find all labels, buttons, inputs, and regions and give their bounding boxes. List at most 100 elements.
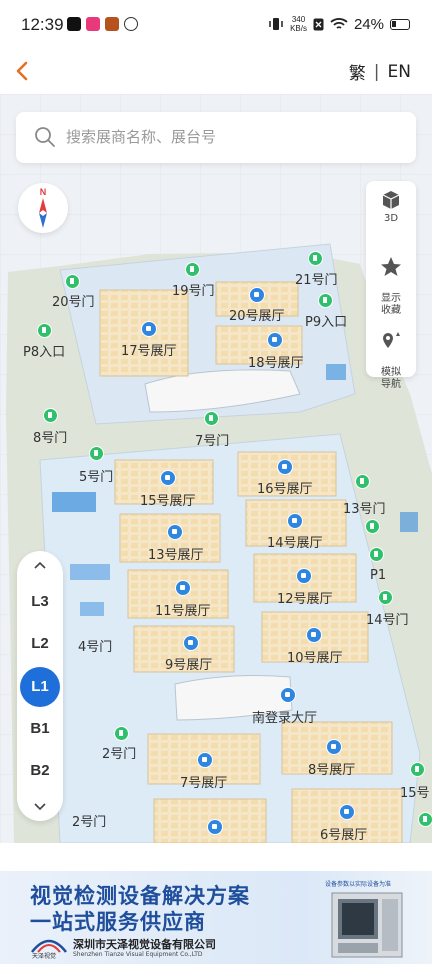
hall-label-8[interactable]: 8号展厅: [308, 759, 355, 778]
gate-label-15[interactable]: 15号: [400, 782, 430, 801]
chevron-down-icon[interactable]: [32, 801, 48, 813]
show-favorites-button[interactable]: 显示 收藏: [366, 243, 416, 317]
company-name-en: Shenzhen Tianze Visual Equipment Co.,LTD: [73, 951, 203, 958]
floor-l2-button[interactable]: L2: [20, 624, 60, 664]
navigation-pin-icon: [383, 332, 400, 348]
3d-label: 3D: [383, 213, 399, 224]
hall-icon[interactable]: [197, 752, 213, 768]
gate-label-8[interactable]: 8号门: [33, 427, 67, 446]
tiktok-icon: [67, 17, 81, 31]
lang-traditional-button[interactable]: 繁: [349, 59, 366, 84]
gate-icon[interactable]: [318, 293, 333, 308]
hall-icon[interactable]: [296, 568, 312, 584]
hall-icon[interactable]: [306, 627, 322, 643]
gate-label-2-upper[interactable]: 2号门: [102, 743, 136, 762]
gate-label-p8[interactable]: P8入口: [23, 341, 65, 360]
language-switch: 繁 | EN: [349, 59, 411, 85]
hall-icon[interactable]: [249, 287, 265, 303]
vibrate-icon: [269, 18, 283, 30]
back-button[interactable]: [8, 54, 38, 88]
gate-label-2-lower[interactable]: 2号门: [72, 811, 106, 830]
status-indicators: 340 KB/s 24%: [268, 15, 410, 33]
gate-label-p9[interactable]: P9入口: [305, 311, 347, 330]
net-speed: 340 KB/s: [290, 15, 307, 33]
gate-label-20[interactable]: 20号门: [52, 291, 95, 310]
hall-label-17[interactable]: 17号展厅: [121, 340, 177, 359]
hall-label-12[interactable]: 12号展厅: [277, 588, 333, 607]
star-icon: [381, 257, 401, 276]
hall-label-20[interactable]: 20号展厅: [229, 305, 285, 324]
hall-label-11[interactable]: 11号展厅: [155, 600, 211, 619]
hall-label-15[interactable]: 15号展厅: [140, 490, 196, 509]
app-root: 12:39 340 KB/s 24% 繁 | EN 20号展厅 17号展厅 18…: [0, 0, 432, 964]
3d-toggle-button[interactable]: 3D: [366, 189, 416, 224]
hall-label-10[interactable]: 10号展厅: [287, 647, 343, 666]
gate-icon[interactable]: [369, 547, 384, 562]
hall-icon[interactable]: [287, 513, 303, 529]
hall-label-7[interactable]: 7号展厅: [180, 772, 227, 791]
game-notification-icon: [105, 17, 119, 31]
gate-icon[interactable]: [37, 323, 52, 338]
hall-label-13[interactable]: 13号展厅: [148, 544, 204, 563]
gate-icon[interactable]: [89, 446, 104, 461]
hall-icon[interactable]: [167, 524, 183, 540]
hall-label-16[interactable]: 16号展厅: [257, 478, 313, 497]
hall-icon[interactable]: [207, 819, 223, 835]
hall-icon[interactable]: [175, 580, 191, 596]
hall-icon[interactable]: [267, 332, 283, 348]
gate-icon[interactable]: [204, 411, 219, 426]
hall-label-6[interactable]: 6号展厅: [320, 824, 367, 843]
chevron-up-icon[interactable]: [32, 559, 48, 571]
hall-icon[interactable]: [160, 470, 176, 486]
battery-icon: [390, 18, 410, 30]
hall-label-14[interactable]: 14号展厅: [267, 532, 323, 551]
ad-headline-2: 一站式服务供应商: [30, 910, 206, 934]
lobby-label[interactable]: 南登录大厅: [252, 707, 317, 726]
map-tools-panel: 3D 显示 收藏 模拟 导航: [366, 181, 416, 390]
search-input[interactable]: [66, 125, 396, 149]
gate-icon[interactable]: [365, 519, 380, 534]
lang-english-button[interactable]: EN: [388, 62, 411, 82]
ad-banner[interactable]: 视觉检测设备解决方案 一站式服务供应商 天泽视觉 深圳市天泽视觉设备有限公司 S…: [0, 871, 432, 964]
gate-icon[interactable]: [43, 408, 58, 423]
gate-icon[interactable]: [410, 762, 425, 777]
company-logo-text: 天泽视觉: [32, 953, 57, 960]
machine-image: [331, 892, 403, 958]
gate-icon[interactable]: [378, 590, 393, 605]
gate-label-14[interactable]: 14号门: [366, 609, 409, 628]
wifi-icon: [330, 18, 348, 29]
gate-icon[interactable]: [308, 251, 323, 266]
gate-icon[interactable]: [185, 262, 200, 277]
app-notification-icon: [86, 17, 100, 31]
compass-button[interactable]: N: [18, 183, 68, 233]
app-header: 繁 | EN: [0, 50, 432, 94]
gate-label-7[interactable]: 7号门: [195, 430, 229, 449]
floor-l1-button[interactable]: L1: [20, 667, 60, 707]
floor-b2-button[interactable]: B2: [20, 751, 60, 791]
gate-label-21[interactable]: 21号门: [295, 269, 338, 288]
gate-label-p1[interactable]: P1: [370, 568, 386, 583]
hall-icon[interactable]: [277, 459, 293, 475]
simulate-navigation-button[interactable]: 模拟 导航: [366, 317, 416, 391]
floor-b1-button[interactable]: B1: [20, 709, 60, 749]
gate-label-5[interactable]: 5号门: [79, 466, 113, 485]
gate-icon[interactable]: [418, 812, 432, 827]
hall-label-9[interactable]: 9号展厅: [165, 654, 212, 673]
net-speed-value: 340: [291, 15, 306, 24]
lang-separator: |: [373, 61, 380, 82]
gate-icon[interactable]: [355, 474, 370, 489]
hall-icon[interactable]: [326, 739, 342, 755]
hall-label-18[interactable]: 18号展厅: [248, 352, 304, 371]
lobby-icon[interactable]: [280, 687, 296, 703]
gate-icon[interactable]: [114, 726, 129, 741]
hall-icon[interactable]: [183, 635, 199, 651]
floor-l3-button[interactable]: L3: [20, 582, 60, 622]
gate-icon[interactable]: [65, 274, 80, 289]
link-notification-icon: [124, 17, 138, 31]
gate-label-4[interactable]: 4号门: [78, 636, 112, 655]
compass-icon: N: [39, 187, 47, 228]
hall-icon[interactable]: [339, 804, 355, 820]
hall-icon[interactable]: [141, 321, 157, 337]
gate-label-19[interactable]: 19号门: [172, 280, 215, 299]
gate-label-13[interactable]: 13号门: [343, 498, 386, 517]
